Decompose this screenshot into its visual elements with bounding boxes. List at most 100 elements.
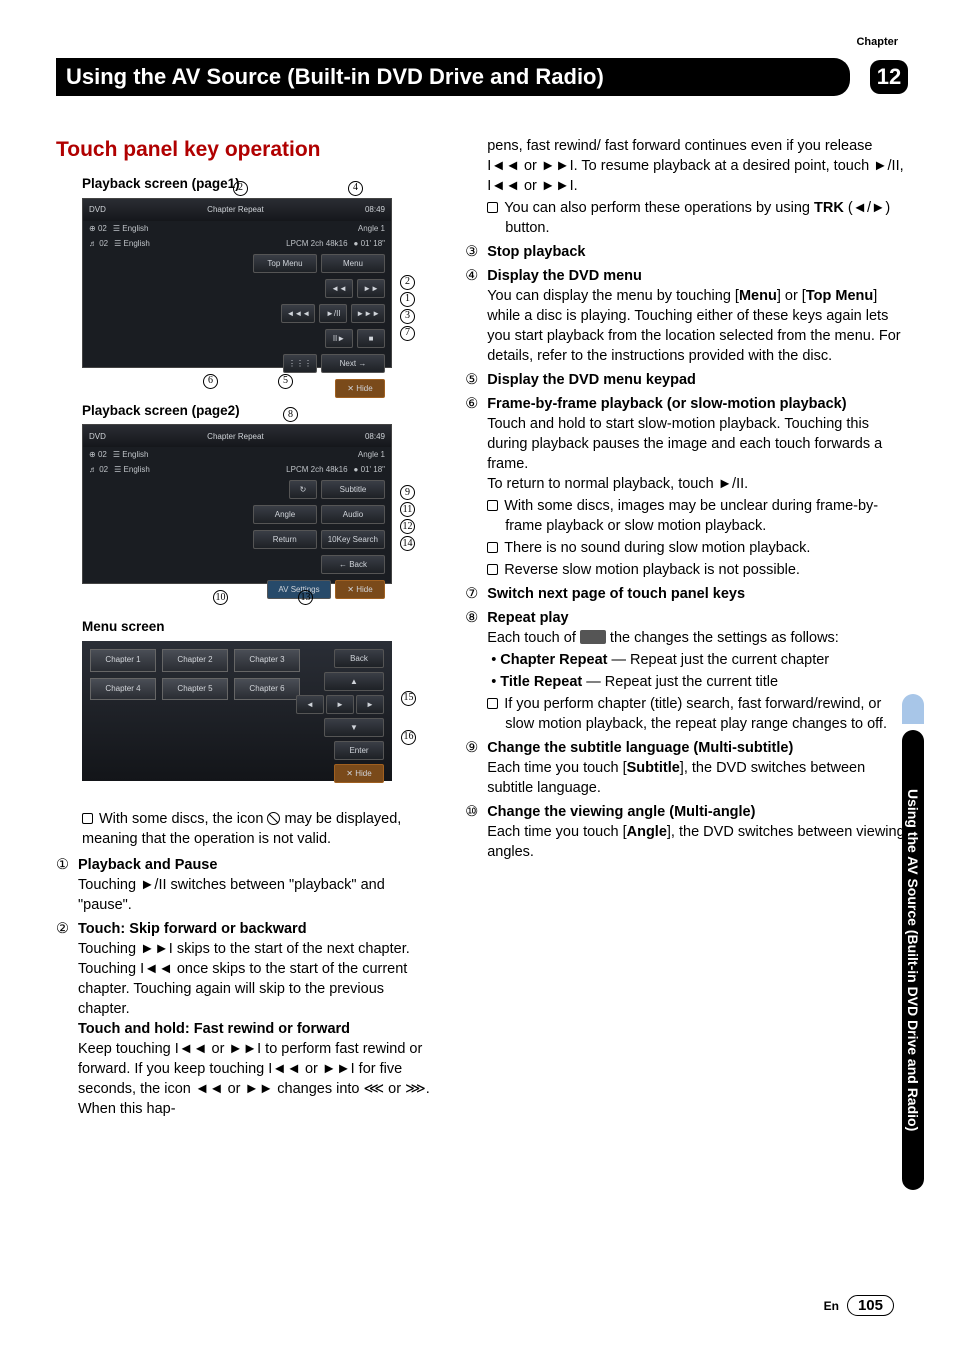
skip-back-button[interactable]: ◄◄ [325, 279, 353, 298]
menu-button[interactable]: Menu [321, 254, 385, 273]
num-9: ⑨ [465, 738, 487, 798]
item4-menu: Menu [739, 288, 777, 304]
item8-title: Repeat play [487, 610, 568, 626]
chapter-1[interactable]: Chapter 1 [90, 649, 156, 672]
chapter-header: Using the AV Source (Built-in DVD Drive … [56, 58, 908, 96]
callout-2: 2 [233, 181, 248, 196]
item2-body2: Keep touching I◄◄ or ►►I to perform fast… [78, 1041, 430, 1117]
chapter-number-badge: 12 [870, 60, 908, 94]
nav-left-button[interactable]: ◄ [296, 695, 324, 714]
note-icon-2 [487, 202, 498, 213]
chapter-2[interactable]: Chapter 2 [162, 649, 228, 672]
item4-title: Display the DVD menu [487, 268, 642, 284]
note-icon-3 [487, 500, 498, 511]
skip-fwd-button[interactable]: ►► [357, 279, 385, 298]
hide-button[interactable]: ✕ Hide [335, 379, 385, 398]
slow-button[interactable]: II► [325, 329, 353, 348]
menu-screenshot: Chapter 1 Chapter 2 Chapter 3 Chapter 4 … [82, 641, 392, 781]
menu-enter-button[interactable]: Enter [334, 741, 384, 760]
num-6: ⑥ [465, 394, 487, 580]
caption-menu: Menu screen [82, 618, 433, 637]
panel2-lang2: English [124, 465, 150, 474]
panel-dvd-label: DVD [89, 204, 106, 215]
item4-mid: ] or [ [777, 288, 806, 304]
caption-page2: Playback screen (page2) [82, 402, 433, 421]
item9-sub: Subtitle [627, 760, 680, 776]
num-3: ③ [465, 242, 487, 262]
num-7: ⑦ [465, 584, 487, 604]
panel2-codec: LPCM 2ch 48k16 [286, 464, 347, 475]
nav-down-button[interactable]: ▼ [324, 718, 384, 737]
panel-codec: LPCM 2ch 48k16 [286, 238, 347, 249]
item8-chapter-repeat: Chapter Repeat [500, 652, 607, 668]
item2-title2: Touch and hold: Fast rewind or forward [78, 1021, 350, 1037]
callout-9r: 9 [400, 485, 415, 500]
item6-body: Touch and hold to start slow-motion play… [487, 416, 882, 472]
repeat-button[interactable]: ↻ [289, 480, 317, 499]
page-footer: En 105 [824, 1295, 894, 1316]
callout-16r: 16 [401, 730, 416, 745]
audio-button[interactable]: Audio [321, 505, 385, 524]
trk-note-1: You can also perform these operations by… [504, 200, 814, 216]
chapter-3[interactable]: Chapter 3 [234, 649, 300, 672]
callout-4: 4 [348, 181, 363, 196]
stop-button[interactable]: ■ [357, 329, 385, 348]
chapter-title: Using the AV Source (Built-in DVD Drive … [56, 58, 850, 96]
item7-title: Switch next page of touch panel keys [487, 586, 745, 602]
item8-b2: the changes the settings as follows: [606, 630, 839, 646]
invalid-note-1: With some discs, the icon [99, 811, 267, 827]
chapter-6[interactable]: Chapter 6 [234, 678, 300, 701]
tenkey-search-button[interactable]: 10Key Search [321, 530, 385, 549]
angle-button[interactable]: Angle [253, 505, 317, 524]
item4-top: Top Menu [806, 288, 873, 304]
back-button[interactable]: ← Back [321, 555, 385, 574]
item9-b1: Each time you touch [ [487, 760, 626, 776]
callout-14r: 14 [400, 536, 415, 551]
chapter-5[interactable]: Chapter 5 [162, 678, 228, 701]
subtitle-button[interactable]: Subtitle [321, 480, 385, 499]
nav-ok-button[interactable]: ► [326, 695, 354, 714]
fwd-button[interactable]: ►►► [351, 304, 385, 323]
num-8: ⑧ [465, 608, 487, 734]
item1-title: Playback and Pause [78, 857, 217, 873]
callout-6b: 6 [203, 374, 218, 389]
menu-back-button[interactable]: Back [334, 649, 384, 668]
item10-title: Change the viewing angle (Multi-angle) [487, 804, 755, 820]
nav-right-button[interactable]: ► [356, 695, 384, 714]
callout-12r: 12 [400, 519, 415, 534]
panel-lang2: English [124, 239, 150, 248]
hide-button-2[interactable]: ✕ Hide [335, 580, 385, 599]
note-icon [82, 813, 93, 824]
panel-lang1: English [122, 224, 148, 233]
item3-title: Stop playback [487, 244, 585, 260]
panel-audio: 02 [99, 239, 108, 248]
play-pause-button[interactable]: ►/II [319, 304, 347, 323]
item8-sub: If you perform chapter (title) search, f… [504, 696, 887, 732]
note-icon-4 [487, 542, 498, 553]
continuation-text: pens, fast rewind/ fast forward continue… [465, 136, 908, 196]
return-button[interactable]: Return [253, 530, 317, 549]
item9-title: Change the subtitle language (Multi-subt… [487, 740, 793, 756]
rew-button[interactable]: ◄◄◄ [281, 304, 315, 323]
item8-title-repeat: Title Repeat [500, 674, 582, 690]
item1-body: Touching ►/II switches between "playback… [78, 877, 385, 913]
callout-1r: 1 [400, 292, 415, 307]
callout-5b: 5 [278, 374, 293, 389]
callout-8: 8 [283, 407, 298, 422]
keypad-button[interactable]: ⋮⋮⋮ [283, 354, 317, 373]
nav-up-button[interactable]: ▲ [324, 672, 384, 691]
panel2-dvd: DVD [89, 431, 106, 442]
next-page-button[interactable]: Next → [321, 354, 385, 373]
right-column: pens, fast rewind/ fast forward continue… [465, 136, 908, 1119]
num-5: ⑤ [465, 370, 487, 390]
panel2-track: 02 [98, 450, 107, 459]
left-column: Touch panel key operation Playback scree… [56, 136, 433, 1119]
panel-track: 02 [98, 224, 107, 233]
item6-title: Frame-by-frame playback (or slow-motion … [487, 396, 846, 412]
chapter-4[interactable]: Chapter 4 [90, 678, 156, 701]
item8-b1: Each touch of [487, 630, 580, 646]
side-tab: Using the AV Source (Built-in DVD Drive … [902, 730, 924, 1190]
top-menu-button[interactable]: Top Menu [253, 254, 317, 273]
menu-hide-button[interactable]: ✕ Hide [334, 764, 384, 783]
playback-screenshot-page1: 2 4 DVD Chapter Repeat 08:49 ⊕ 02 ☰ Engl… [82, 198, 392, 368]
